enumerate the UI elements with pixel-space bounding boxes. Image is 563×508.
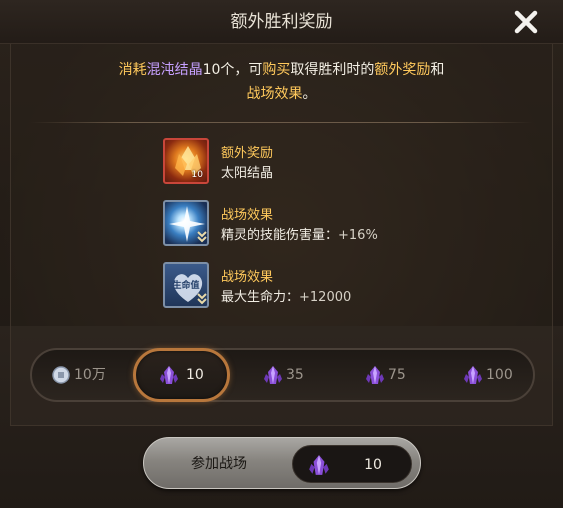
reward-value: +16%: [338, 228, 378, 243]
sun-crystal-icon: 10: [163, 138, 209, 184]
reward-value: +12000: [299, 290, 352, 305]
chaos-crystal-icon: [366, 366, 384, 384]
join-battlefield-button[interactable]: 参加战场 10: [143, 437, 421, 489]
description-text: 消耗混沌结晶10个，可购买取得胜利时的额外奖励和 战场效果。: [118, 62, 445, 102]
max-hp-icon: 生命值: [163, 262, 209, 308]
reward-desc: 精灵的技能伤害量：+16%: [221, 228, 378, 243]
option-silver-100k[interactable]: 10万: [44, 350, 124, 400]
option-crystal-75[interactable]: 75: [360, 350, 430, 400]
reward-quantity: 10: [191, 170, 203, 180]
reward-battle-effect-skill: 战场效果 精灵的技能伤害量：+16%: [163, 200, 463, 250]
chaos-crystal-icon: [160, 366, 178, 384]
reward-extra: 10 额外奖励 太阳结晶: [163, 138, 463, 188]
reward-desc: 太阳结晶: [221, 166, 274, 181]
chaos-crystal-name: 混沌结晶: [146, 62, 203, 78]
reward-battle-effect-hp: 生命值 战场效果 最大生命力：+12000: [163, 262, 463, 312]
close-icon: [514, 10, 538, 34]
join-button-label: 参加战场: [191, 456, 247, 472]
option-crystal-35[interactable]: 35: [258, 350, 328, 400]
reward-desc: 最大生命力：+12000: [221, 290, 352, 305]
join-cost-pill: 10: [292, 445, 412, 483]
chaos-crystal-icon: [264, 366, 282, 384]
chaos-crystal-icon: [309, 455, 329, 475]
reward-title: 额外奖励: [221, 146, 274, 161]
chaos-crystal-icon: [464, 366, 482, 384]
divider: [30, 122, 533, 123]
reward-dialog: 额外胜利奖励 消耗混沌结晶10个，可购买取得胜利时的额外奖励和 战场效果。 10…: [0, 0, 563, 508]
close-button[interactable]: [508, 4, 544, 40]
option-crystal-10[interactable]: 10: [150, 350, 220, 400]
dialog-title: 额外胜利奖励: [230, 12, 333, 32]
silver-coin-icon: [52, 366, 70, 384]
option-crystal-100[interactable]: 100: [458, 350, 528, 400]
reward-title: 战场效果: [221, 270, 274, 285]
skill-damage-icon: [163, 200, 209, 246]
reward-title: 战场效果: [221, 208, 274, 223]
icon-text: 生命值: [172, 281, 200, 291]
join-cost-value: 10: [364, 457, 382, 473]
